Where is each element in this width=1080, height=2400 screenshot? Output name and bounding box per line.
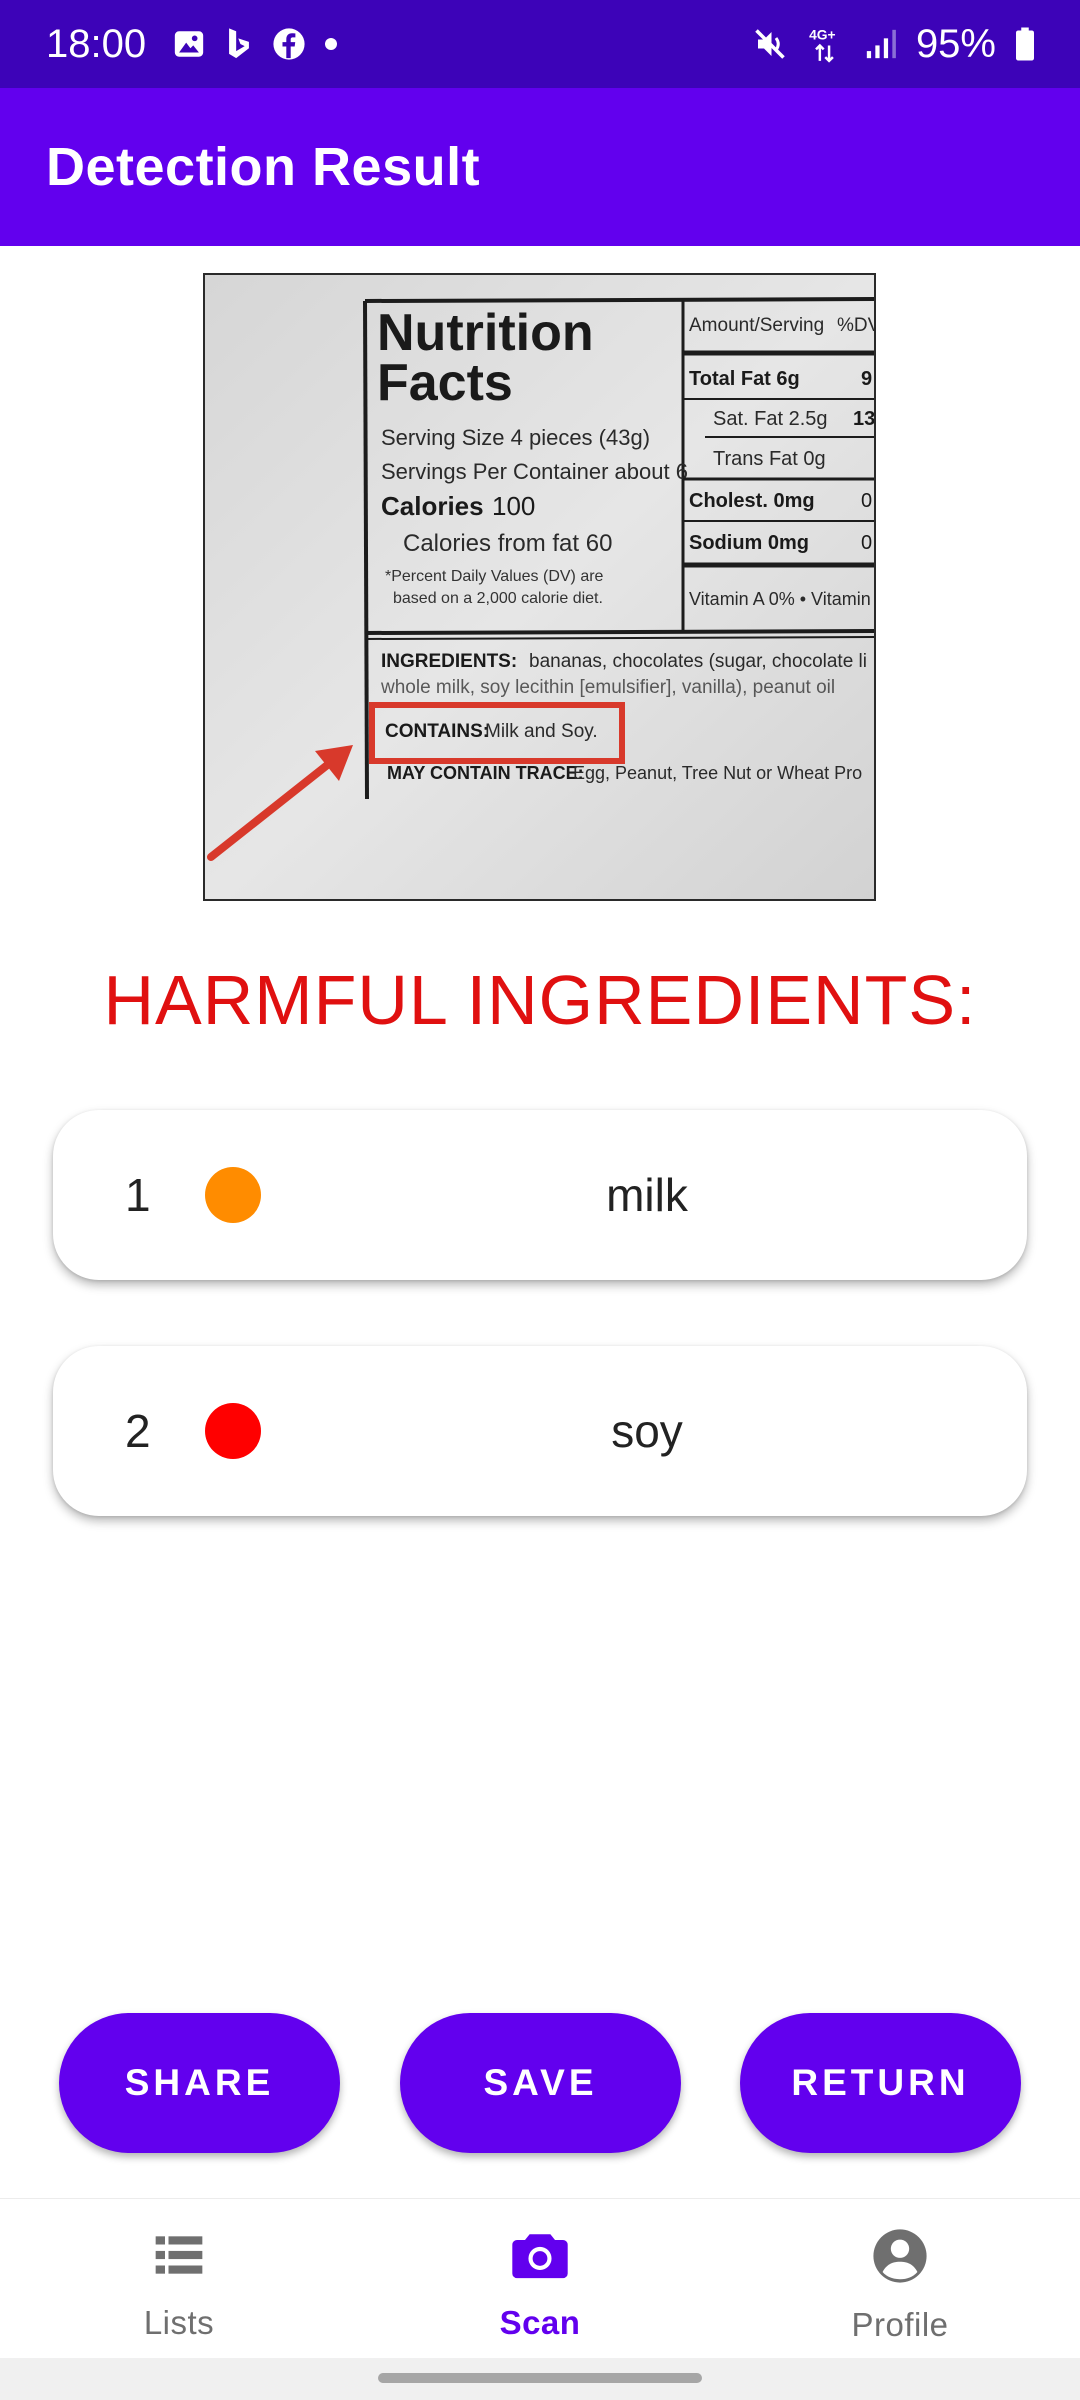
- label-dv-note-2: based on a 2,000 calorie diet.: [393, 590, 603, 607]
- network-4g-icon: 4G+: [806, 24, 846, 64]
- label-trace-heading: MAY CONTAIN TRACE:: [387, 763, 584, 783]
- svg-text:4G+: 4G+: [809, 26, 836, 42]
- bing-icon: [224, 27, 254, 61]
- label-contains-heading: CONTAINS:: [385, 721, 489, 742]
- label-calories: Calories: [381, 491, 484, 521]
- ingredient-card[interactable]: 2 soy: [53, 1346, 1027, 1516]
- share-button[interactable]: SHARE: [59, 2013, 340, 2153]
- detection-result-screen: 18:00 4G+ 95% Detection Result Nutrition…: [0, 0, 1080, 2400]
- dot-icon: [324, 37, 338, 51]
- label-sodium-dv: 0: [861, 532, 872, 554]
- label-sat-fat-dv: 13: [853, 408, 875, 430]
- camera-icon: [510, 2227, 570, 2288]
- label-serving-size: Serving Size 4 pieces (43g): [381, 425, 650, 450]
- mute-icon: [752, 26, 788, 62]
- battery-percent: 95%: [915, 21, 996, 66]
- label-sat-fat: Sat. Fat 2.5g: [713, 408, 828, 430]
- label-dv-note-1: *Percent Daily Values (DV) are: [385, 568, 604, 585]
- return-button[interactable]: RETURN: [740, 2013, 1021, 2153]
- status-bar: 18:00 4G+ 95%: [0, 0, 1080, 88]
- label-sodium: Sodium 0mg: [689, 532, 809, 554]
- severity-indicator: [205, 1167, 261, 1223]
- label-ingredients-heading: INGREDIENTS:: [381, 651, 517, 672]
- ingredient-name: milk: [606, 1169, 688, 1221]
- save-button[interactable]: SAVE: [400, 2013, 681, 2153]
- label-cholest-dv: 0: [861, 490, 872, 512]
- nav-item-profile[interactable]: Profile: [780, 2199, 1020, 2359]
- status-right: 4G+ 95%: [752, 22, 1036, 67]
- ingredient-card[interactable]: 1 milk: [53, 1110, 1027, 1280]
- account-circle-icon: [871, 2227, 929, 2290]
- severity-indicator: [205, 1403, 261, 1459]
- label-vitamin: Vitamin A 0% • Vitamin: [689, 589, 871, 609]
- label-trace-text: Egg, Peanut, Tree Nut or Wheat Pro: [573, 763, 862, 783]
- harmful-ingredients-heading: HARMFUL INGREDIENTS:: [103, 961, 977, 1039]
- label-calories-value: 100: [492, 491, 535, 521]
- list-icon: [151, 2227, 207, 2288]
- home-gesture-handle[interactable]: [378, 2373, 702, 2383]
- page-title: Detection Result: [46, 137, 481, 197]
- label-trans-fat: Trans Fat 0g: [713, 448, 826, 470]
- label-dv-header: %DV: [837, 315, 876, 336]
- gallery-icon: [172, 27, 206, 61]
- app-bar: Detection Result: [0, 88, 1080, 246]
- label-servings-per-container: Servings Per Container about 6: [381, 459, 688, 484]
- gesture-bar: [0, 2358, 1080, 2400]
- label-calories-from-fat: Calories from fat 60: [403, 530, 612, 557]
- nav-label-profile: Profile: [851, 2306, 949, 2343]
- ingredient-index: 2: [125, 1405, 151, 1457]
- ingredient-index: 1: [125, 1169, 151, 1221]
- label-contains-text: Milk and Soy.: [485, 721, 598, 742]
- facebook-icon: [272, 27, 306, 61]
- nav-label-scan: Scan: [499, 2304, 581, 2341]
- label-total-fat-dv: 9: [861, 368, 872, 390]
- signal-icon: [864, 27, 898, 61]
- nav-item-lists[interactable]: Lists: [59, 2199, 299, 2359]
- label-cholest: Cholest. 0mg: [689, 490, 815, 512]
- nav-label-lists: Lists: [143, 2304, 215, 2341]
- status-left: 18:00: [46, 22, 338, 67]
- scanned-label-image: Nutrition Facts Serving Size 4 pieces (4…: [203, 273, 876, 901]
- label-total-fat: Total Fat 6g: [689, 368, 800, 390]
- label-ingredients-text: bananas, chocolates (sugar, chocolate li: [529, 651, 867, 672]
- label-title-line2: Facts: [377, 354, 513, 412]
- battery-icon: [1014, 26, 1036, 62]
- nav-item-scan[interactable]: Scan: [420, 2199, 660, 2359]
- label-ingredients-line2: whole milk, soy lecithin [emulsifier], v…: [380, 677, 835, 698]
- ingredient-name: soy: [611, 1405, 683, 1457]
- label-amount-per-serving: Amount/Serving: [689, 315, 824, 336]
- bottom-navigation: Lists Scan Profile: [0, 2198, 1080, 2358]
- status-time: 18:00: [46, 21, 147, 66]
